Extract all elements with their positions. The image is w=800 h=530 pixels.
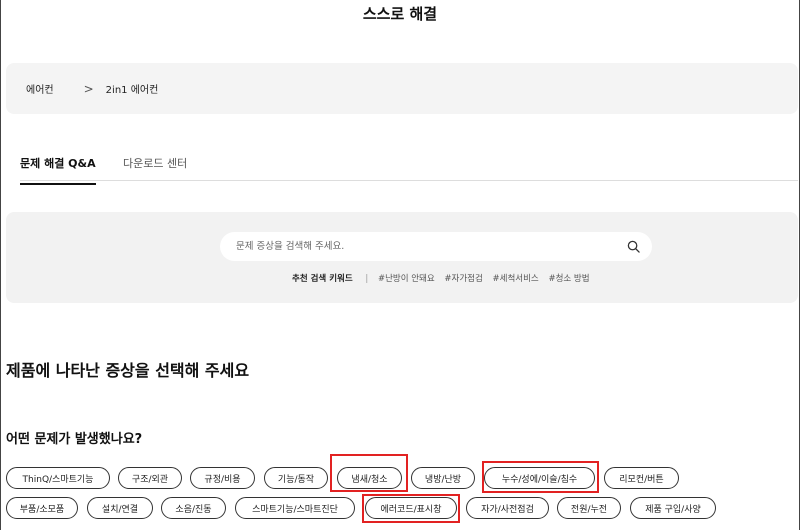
breadcrumb-separator: > (83, 81, 94, 96)
search-input[interactable] (236, 232, 616, 261)
breadcrumb-item-2in1[interactable]: 2in1 에어컨 (106, 81, 159, 96)
keyword-self-check[interactable]: #자가점검 (444, 274, 482, 284)
chip-power-leakage[interactable]: 전원/누전 (557, 497, 621, 519)
chip-odor-cleaning[interactable]: 냄새/청소 (337, 467, 402, 489)
tab-download-center[interactable]: 다운로드 센터 (123, 155, 187, 183)
keywords-divider: | (365, 274, 369, 284)
search-box (220, 232, 652, 261)
breadcrumb-item-aircon[interactable]: 에어컨 (26, 81, 54, 96)
chip-leak-frost-dew[interactable]: 누수/성에/이슬/침수 (484, 467, 595, 489)
chip-self-precheck[interactable]: 자가/사전점검 (466, 497, 549, 519)
symptom-heading: 제품에 나타난 증상을 선택해 주세요 (6, 361, 250, 380)
search-icon[interactable] (627, 240, 640, 253)
chip-structure-exterior[interactable]: 구조/외관 (118, 467, 182, 489)
chip-purchase-spec[interactable]: 제품 구입/사양 (630, 497, 716, 519)
chip-regulation-cost[interactable]: 규정/비용 (190, 467, 255, 489)
problem-subheading: 어떤 문제가 발생했나요? (6, 432, 143, 447)
chip-error-display[interactable]: 에러코드/표시창 (365, 497, 457, 519)
tab-qa[interactable]: 문제 해결 Q&A (20, 155, 96, 185)
chip-thinq-smart[interactable]: ThinQ/스마트기능 (6, 467, 110, 489)
breadcrumb: 에어컨 > 2in1 에어컨 (6, 63, 798, 114)
page-title: 스스로 해결 (362, 5, 438, 23)
chip-smart-diagnosis[interactable]: 스마트기능/스마트진단 (235, 497, 355, 519)
chip-function-operation[interactable]: 기능/동작 (264, 467, 328, 489)
keywords-label: 추천 검색 키워드 (292, 274, 353, 284)
chip-cooling-heating[interactable]: 냉방/난방 (411, 467, 475, 489)
chip-install-connect[interactable]: 설치/연결 (87, 497, 153, 519)
recommended-keywords: 추천 검색 키워드 | #난방이 안돼요 #자가점검 #세척서비스 #청소 방법 (292, 272, 597, 284)
keyword-heating[interactable]: #난방이 안돼요 (378, 274, 435, 284)
chip-parts-consumables[interactable]: 부품/소모품 (6, 497, 78, 519)
chip-remote-button[interactable]: 리모컨/버튼 (604, 467, 679, 489)
search-panel: 추천 검색 키워드 | #난방이 안돼요 #자가점검 #세척서비스 #청소 방법 (6, 212, 798, 303)
chip-noise-vibration[interactable]: 소음/진동 (161, 497, 226, 519)
keyword-cleaning-method[interactable]: #청소 방법 (548, 274, 589, 284)
keyword-cleaning-service[interactable]: #세척서비스 (493, 274, 539, 284)
tab-bar: 문제 해결 Q&A 다운로드 센터 (20, 150, 798, 185)
